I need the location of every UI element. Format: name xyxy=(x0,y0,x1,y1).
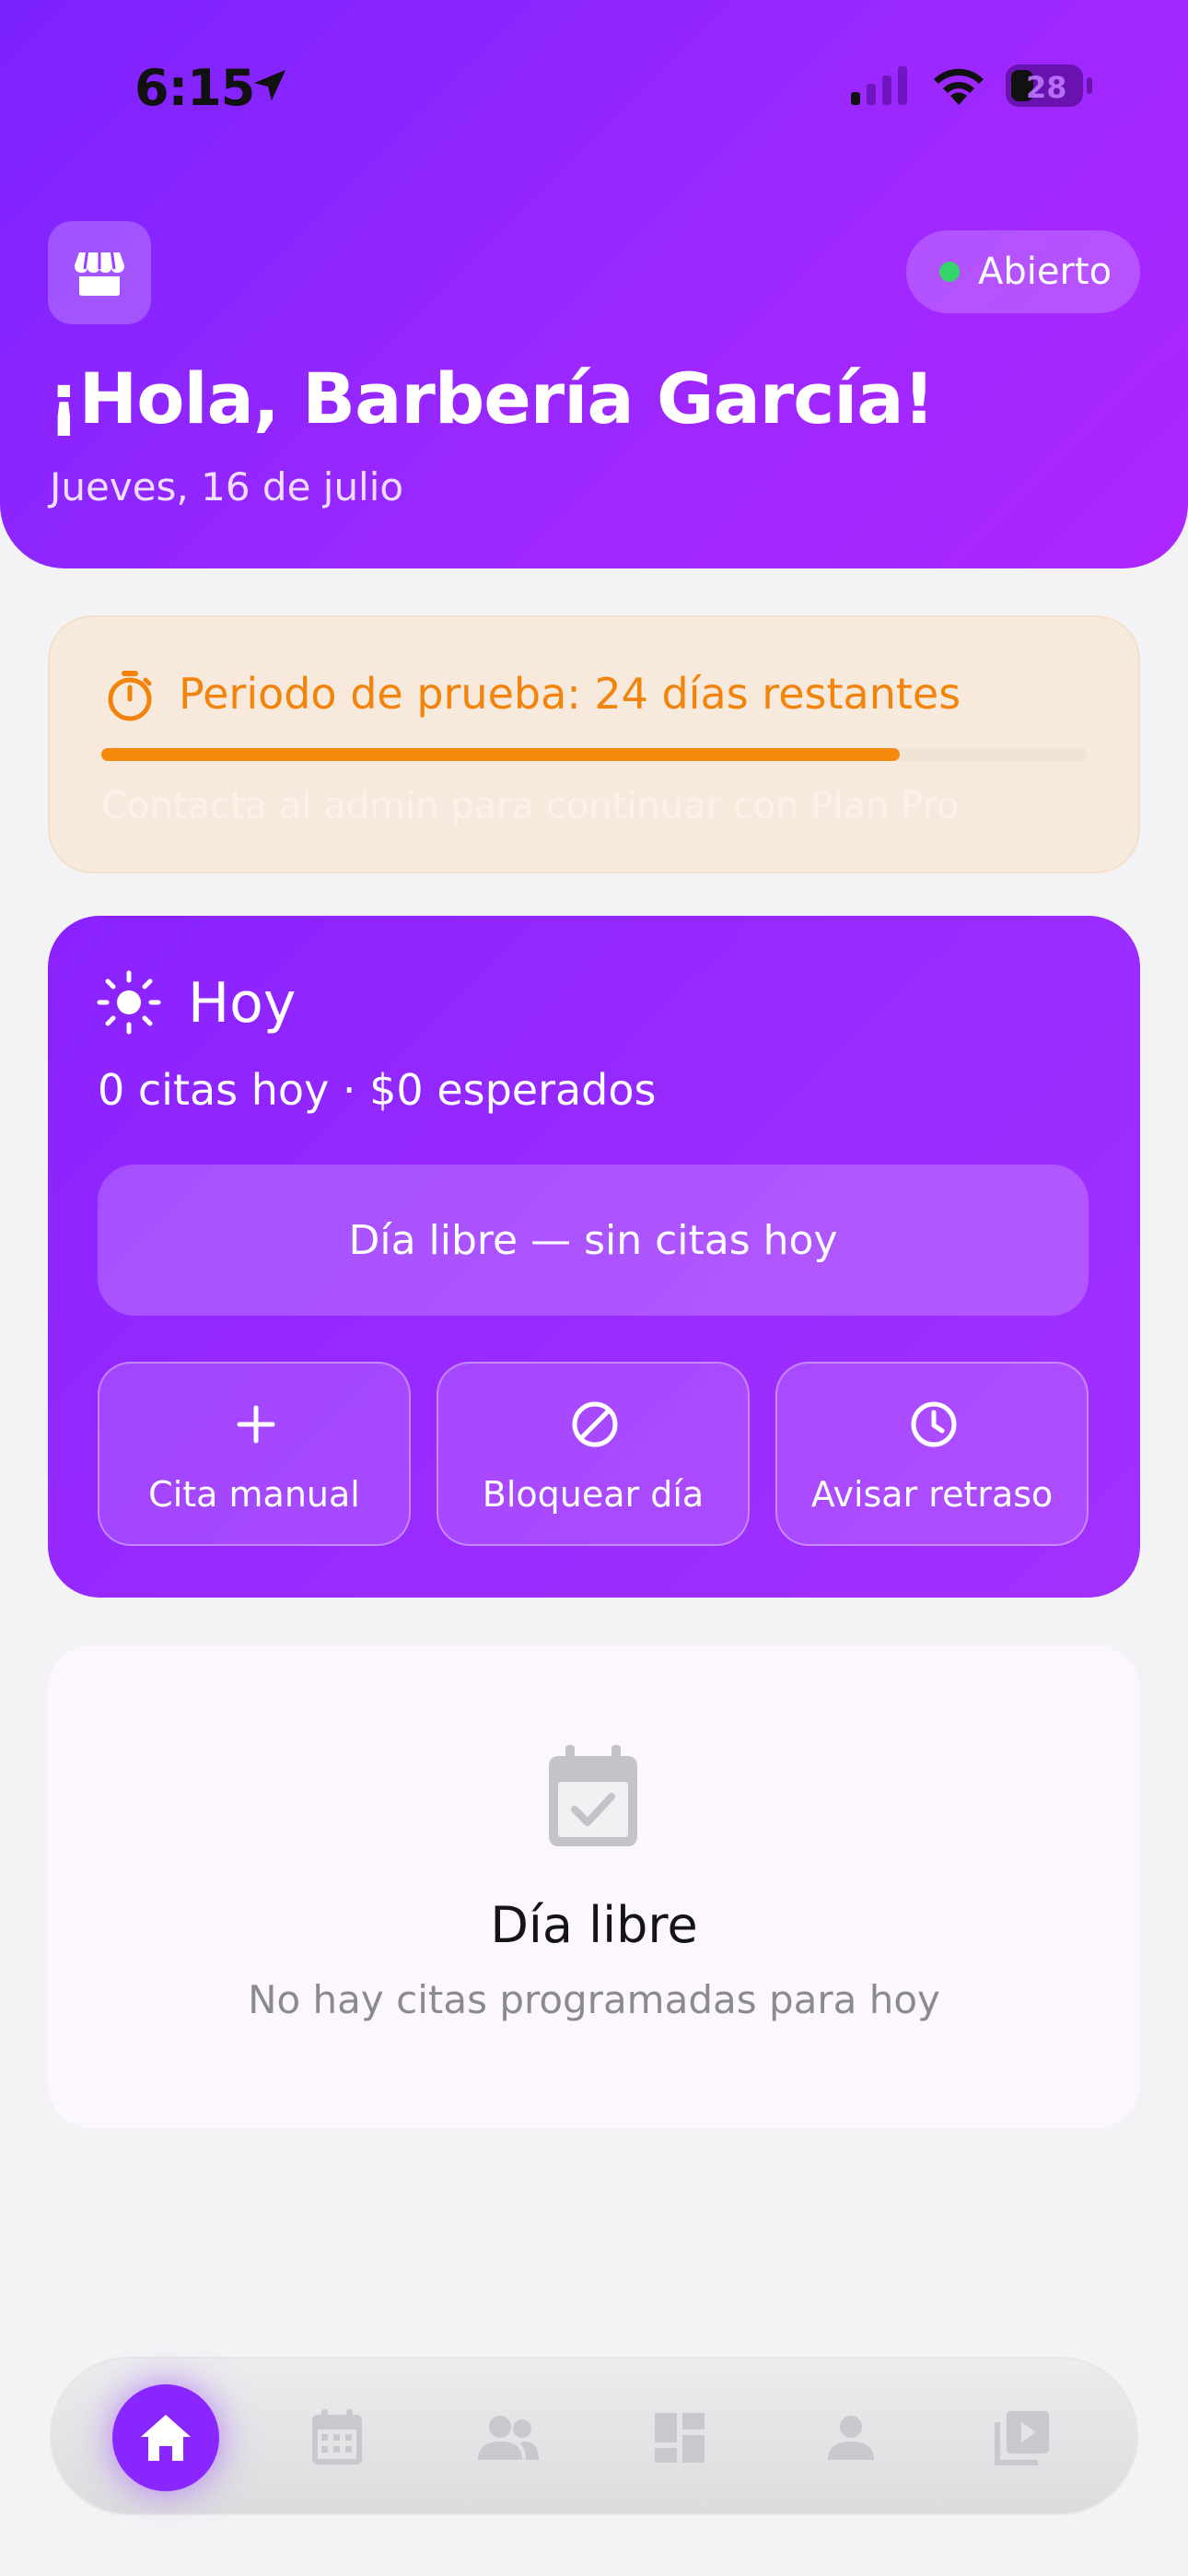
person-icon xyxy=(828,2416,874,2460)
manual-appointment-button[interactable]: Cita manual xyxy=(98,1362,411,1546)
trial-card[interactable]: Periodo de prueba: 24 días restantes Con… xyxy=(48,615,1140,873)
wifi-icon xyxy=(934,68,984,105)
clock-icon xyxy=(911,1401,957,1447)
tab-home[interactable] xyxy=(112,2384,219,2491)
trial-progress-bar xyxy=(101,748,1087,761)
empty-state-subtitle: No hay citas programadas para hoy xyxy=(248,1977,940,2022)
cellular-signal-icon xyxy=(851,66,907,105)
video-library-icon xyxy=(995,2411,1049,2465)
store-button[interactable] xyxy=(48,221,151,324)
status-badge: Abierto xyxy=(906,230,1140,313)
tab-dashboard[interactable] xyxy=(626,2384,733,2491)
current-date: Jueves, 16 de julio xyxy=(50,464,404,509)
today-title: Hoy xyxy=(188,971,297,1036)
trial-title: Periodo de prueba: 24 días restantes xyxy=(179,669,961,719)
notify-delay-label: Avisar retraso xyxy=(810,1474,1054,1515)
bottom-tab-bar xyxy=(50,2357,1138,2515)
today-card: Hoy 0 citas hoy · $0 esperados Día libre… xyxy=(48,916,1140,1598)
trial-progress-fill xyxy=(101,748,900,761)
empty-state-card: Día libre No hay citas programadas para … xyxy=(48,1645,1140,2128)
tab-profile[interactable] xyxy=(798,2384,904,2491)
tab-media[interactable] xyxy=(969,2384,1076,2491)
status-dot xyxy=(939,262,960,282)
block-icon xyxy=(572,1401,618,1447)
trial-note: Contacta al admin para continuar con Pla… xyxy=(101,785,960,827)
notify-delay-button[interactable]: Avisar retraso xyxy=(775,1362,1089,1546)
empty-state-title: Día libre xyxy=(490,1896,698,1954)
home-icon xyxy=(141,2415,191,2461)
battery-indicator: 28 xyxy=(1006,64,1083,107)
people-icon xyxy=(478,2416,539,2460)
block-day-button[interactable]: Bloquear día xyxy=(437,1362,750,1546)
status-time: 6:15 xyxy=(134,59,255,117)
location-arrow-icon xyxy=(253,69,286,101)
free-day-banner: Día libre — sin citas hoy xyxy=(98,1165,1089,1316)
sun-icon xyxy=(97,970,161,1035)
stopwatch-icon xyxy=(108,671,152,721)
manual-appointment-label: Cita manual xyxy=(148,1474,360,1515)
calendar-check-icon xyxy=(549,1745,637,1846)
tab-clients[interactable] xyxy=(455,2384,562,2491)
store-icon xyxy=(75,252,124,296)
header: 6:15 28 Abierto ¡Hola, Barbería García! … xyxy=(0,0,1188,568)
tab-calendar[interactable] xyxy=(284,2384,390,2491)
today-summary: 0 citas hoy · $0 esperados xyxy=(98,1065,657,1115)
plus-icon xyxy=(237,1405,275,1444)
block-day-label: Bloquear día xyxy=(482,1474,705,1515)
calendar-icon xyxy=(312,2409,362,2465)
dashboard-icon xyxy=(655,2413,705,2463)
greeting-title: ¡Hola, Barbería García! xyxy=(48,357,935,439)
